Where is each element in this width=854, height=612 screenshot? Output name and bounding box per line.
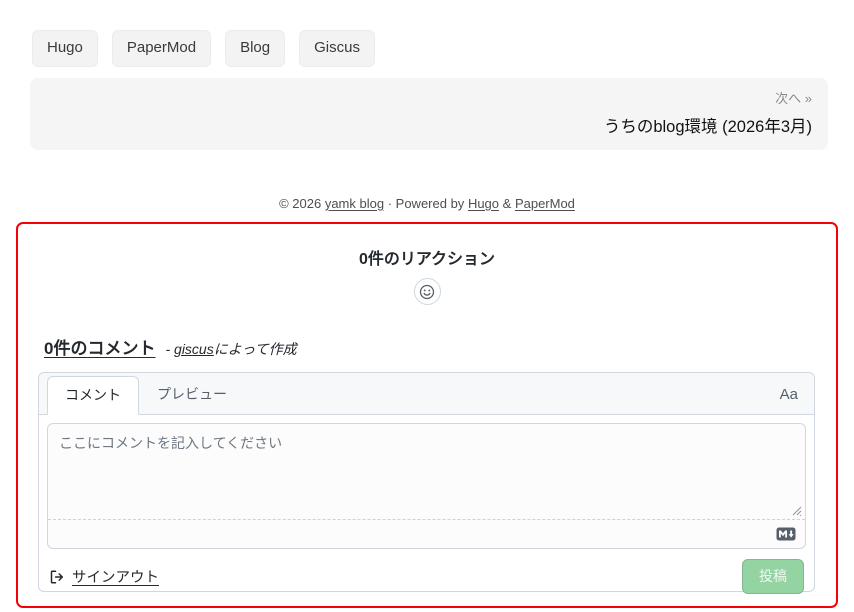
- footer-papermod-link[interactable]: PaperMod: [515, 196, 575, 211]
- tab-preview[interactable]: プレビュー: [139, 375, 245, 414]
- footer-copyright: © 2026: [279, 196, 321, 211]
- editor-wrap: [47, 423, 806, 549]
- tab-write[interactable]: コメント: [47, 376, 139, 415]
- footer-hugo-link[interactable]: Hugo: [468, 196, 499, 211]
- footer-powered-by: Powered by: [396, 196, 465, 211]
- comment-footer: サインアウト 投稿: [39, 557, 814, 606]
- giscus-link[interactable]: giscus: [174, 341, 214, 357]
- editor-body: [39, 415, 814, 557]
- pagination-next-label: 次へ »: [46, 88, 812, 107]
- editor-tabs: コメント プレビュー Aa: [39, 373, 814, 415]
- pagination-next-title: うちのblog環境 (2026年3月): [46, 113, 812, 137]
- add-reaction-button[interactable]: [414, 278, 441, 305]
- signout-link[interactable]: サインアウト: [49, 566, 159, 587]
- comments-header: 0件のコメント - giscusによって作成: [44, 334, 824, 359]
- text-format-toggle[interactable]: Aa: [780, 386, 798, 414]
- reactions-heading: 0件のリアクション: [30, 245, 824, 269]
- footer-site-link[interactable]: yamk blog: [325, 196, 384, 211]
- smiley-icon: [419, 284, 435, 300]
- footer-amp: &: [503, 196, 512, 211]
- tag-blog[interactable]: Blog: [225, 30, 285, 67]
- comments-count-link[interactable]: 0件のコメント: [44, 334, 155, 359]
- pagination-next[interactable]: 次へ » うちのblog環境 (2026年3月): [30, 78, 828, 150]
- comment-input[interactable]: [48, 424, 805, 519]
- giscus-byline: - giscusによって作成: [165, 339, 296, 359]
- byline-suffix: によって作成: [214, 341, 297, 357]
- byline-dash: -: [165, 341, 170, 357]
- signout-icon: [49, 569, 65, 585]
- comment-box: コメント プレビュー Aa: [38, 372, 815, 592]
- site-footer: © 2026 yamk blog · Powered by Hugo & Pap…: [0, 196, 854, 211]
- markdown-icon[interactable]: [776, 527, 796, 541]
- tag-giscus[interactable]: Giscus: [299, 30, 375, 67]
- markdown-hint-bar: [48, 519, 805, 548]
- tag-papermod[interactable]: PaperMod: [112, 30, 211, 67]
- signout-label: サインアウト: [72, 566, 159, 587]
- footer-dot: ·: [388, 196, 392, 211]
- textarea-holder: [48, 424, 805, 519]
- post-tags: Hugo PaperMod Blog Giscus: [0, 0, 854, 67]
- page: Hugo PaperMod Blog Giscus 次へ » うちのblog環境…: [0, 0, 854, 612]
- resize-handle-icon[interactable]: [791, 505, 802, 516]
- submit-comment-button[interactable]: 投稿: [742, 559, 804, 594]
- giscus-widget: 0件のリアクション 0件のコメント - giscusによって作成 コメント: [16, 222, 838, 608]
- tag-hugo[interactable]: Hugo: [32, 30, 98, 67]
